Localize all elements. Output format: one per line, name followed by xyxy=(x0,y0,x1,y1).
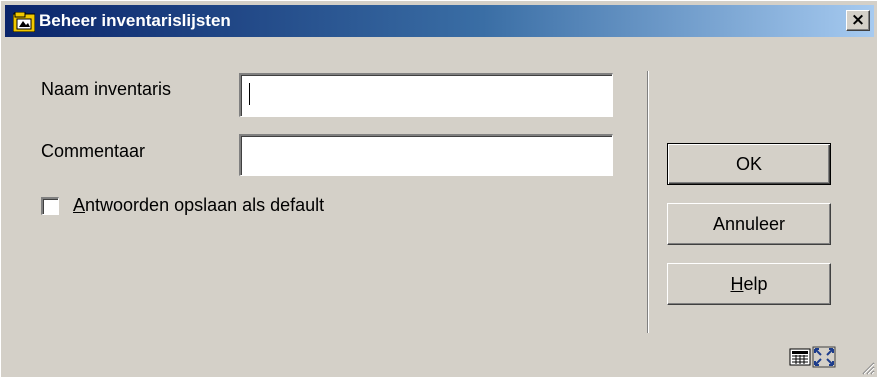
comment-label: Commentaar xyxy=(41,141,146,161)
comment-input[interactable] xyxy=(239,134,613,176)
ok-button[interactable]: OK xyxy=(667,143,831,185)
maximize-icon[interactable] xyxy=(812,346,836,368)
dialog-window: Beheer inventarislijsten × Naam inventar… xyxy=(0,0,877,377)
close-button[interactable]: × xyxy=(846,10,870,31)
save-default-checkbox[interactable] xyxy=(41,197,59,215)
resize-grip-icon[interactable] xyxy=(859,359,875,375)
app-icon xyxy=(13,12,35,32)
help-button[interactable]: Help xyxy=(667,263,831,305)
window-title: Beheer inventarislijsten xyxy=(39,11,231,30)
save-default-label[interactable]: Antwoorden opslaan als default xyxy=(73,195,324,216)
text-caret xyxy=(249,83,250,105)
title-bar[interactable]: Beheer inventarislijsten × xyxy=(5,5,874,37)
keyboard-icon[interactable] xyxy=(789,348,811,366)
name-label: Naam inventaris xyxy=(41,79,172,99)
status-icons xyxy=(789,346,836,368)
vertical-divider xyxy=(647,71,649,333)
cancel-button[interactable]: Annuleer xyxy=(667,203,831,245)
name-input[interactable] xyxy=(239,73,613,117)
